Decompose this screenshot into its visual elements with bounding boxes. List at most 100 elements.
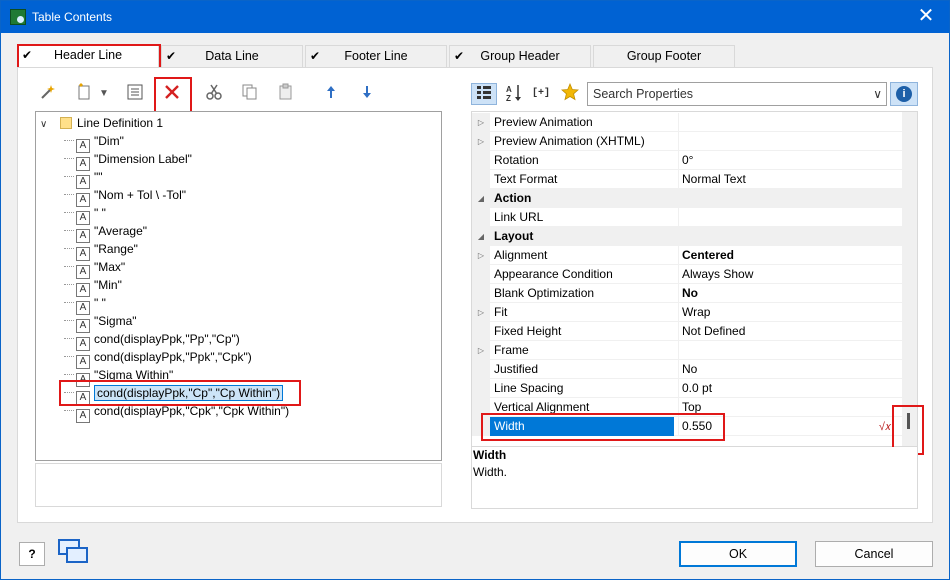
new-item-icon[interactable] (73, 83, 95, 105)
tree-item[interactable]: A "Sigma" (64, 312, 137, 333)
delete-icon[interactable] (161, 83, 183, 105)
sort-alphabetical-icon[interactable]: AZ (503, 83, 525, 105)
property-value[interactable] (678, 208, 902, 227)
move-down-icon[interactable] (356, 83, 378, 105)
property-grid[interactable]: ▷ Preview Animation ▷ Preview Animation (XH… (471, 111, 918, 447)
property-value[interactable]: Not Defined (678, 322, 902, 341)
property-row[interactable]: Width 0.550 (472, 417, 902, 436)
tree-connector (64, 176, 74, 177)
property-value[interactable]: 0.0 pt (678, 379, 902, 398)
property-row[interactable]: Justified No (472, 360, 902, 379)
tree-item[interactable]: A "Max" (64, 258, 125, 279)
paste-icon[interactable] (275, 83, 297, 105)
property-row[interactable]: ▷ Alignment Centered (472, 246, 902, 265)
tree-item[interactable]: Acond(displayPpk,"Cpk","Cpk Within") (64, 402, 289, 423)
tree-item[interactable]: A "Average" (64, 222, 147, 243)
left-description-box (35, 463, 442, 507)
property-value[interactable] (678, 113, 902, 132)
chevron-down-icon[interactable]: ∨ (873, 83, 882, 105)
tree-connector (64, 320, 74, 321)
expand-arrow-icon[interactable]: ▷ (472, 113, 490, 132)
tree-item[interactable]: A "Min" (64, 276, 122, 297)
row-gutter (472, 360, 490, 379)
description-title: Width (473, 448, 507, 462)
property-value[interactable]: 0.550 (678, 417, 902, 436)
wand-icon[interactable] (37, 83, 59, 105)
expand-arrow-icon[interactable]: ▷ (472, 341, 490, 360)
text-field-icon: A (76, 409, 90, 423)
formula-icon[interactable]: √𝑥 (876, 419, 894, 435)
property-row[interactable]: Appearance Condition Always Show (472, 265, 902, 284)
property-row[interactable]: Vertical Alignment Top (472, 398, 902, 417)
expand-arrow-icon[interactable]: ▷ (472, 132, 490, 151)
properties-icon[interactable] (124, 83, 146, 105)
property-value[interactable]: No (678, 284, 902, 303)
tree-connector (64, 248, 74, 249)
tree-item[interactable]: Acond(displayPpk,"Ppk","Cpk") (64, 348, 252, 369)
tree-item[interactable]: A "Sigma Within" (64, 366, 173, 387)
property-scrollbar[interactable] (902, 112, 917, 446)
tree-item[interactable]: A " " (64, 204, 106, 225)
property-row[interactable]: Fixed Height Not Defined (472, 322, 902, 341)
tree-item[interactable]: A " " (64, 294, 106, 315)
property-category[interactable]: ◢ Layout (472, 227, 902, 246)
scrollbar-thumb[interactable] (907, 413, 910, 429)
ok-button[interactable]: OK (679, 541, 797, 567)
property-value[interactable]: 0° (678, 151, 902, 170)
line-definition-tree[interactable]: ∨ Line Definition 1 A "Dim" A "Dimension Lab… (35, 111, 442, 461)
tab-data-line[interactable]: ✔ Data Line (161, 45, 303, 67)
property-name: Justified (494, 362, 539, 376)
collapse-arrow-icon[interactable]: ◢ (472, 227, 490, 246)
expand-arrow-icon[interactable]: ▷ (472, 303, 490, 322)
property-row[interactable]: ▷ Preview Animation (XHTML) (472, 132, 902, 151)
tab-footer-line[interactable]: ✔ Footer Line (305, 45, 447, 67)
search-properties-input[interactable]: Search Properties ∨ (587, 82, 887, 106)
property-value[interactable]: No (678, 360, 902, 379)
tree-item[interactable]: A "Nom + Tol \ -Tol" (64, 186, 186, 207)
app-icon (10, 9, 26, 25)
cut-icon[interactable] (203, 83, 225, 105)
info-button[interactable]: i (890, 82, 918, 106)
collapse-arrow-icon[interactable]: ◢ (472, 189, 490, 208)
tab-label: Data Line (205, 49, 259, 63)
property-row[interactable]: Rotation 0° (472, 151, 902, 170)
property-value[interactable]: Top (678, 398, 902, 417)
categorized-view-icon[interactable] (471, 83, 497, 105)
help-button[interactable]: ? (19, 542, 45, 566)
property-row[interactable]: Link URL (472, 208, 902, 227)
property-value[interactable]: Centered (678, 246, 902, 265)
expressions-icon[interactable]: [+] (529, 83, 557, 105)
property-row[interactable]: ▷ Preview Animation (472, 113, 902, 132)
dropdown-arrow-icon[interactable]: ▼ (93, 83, 115, 105)
tree-item[interactable]: A "Dim" (64, 132, 124, 153)
tab-header-line[interactable]: ✔ Header Line (17, 44, 159, 68)
tree-item[interactable]: Acond(displayPpk,"Cp","Cp Within") (64, 384, 284, 405)
property-row[interactable]: ▷ Frame (472, 341, 902, 360)
collapse-icon[interactable]: ∨ (40, 116, 52, 134)
property-value[interactable] (678, 341, 902, 360)
copy-icon[interactable] (239, 83, 261, 105)
favorite-star-icon[interactable] (559, 82, 581, 105)
tree-root-node[interactable]: ∨ Line Definition 1 (40, 114, 163, 132)
property-value[interactable]: Always Show (678, 265, 902, 284)
tab-group-footer[interactable]: Group Footer (593, 45, 735, 67)
move-up-icon[interactable] (320, 83, 342, 105)
property-value[interactable]: Normal Text (678, 170, 902, 189)
expand-arrow-icon[interactable]: ▷ (472, 246, 490, 265)
property-row[interactable]: Line Spacing 0.0 pt (472, 379, 902, 398)
tree-item[interactable]: A "Dimension Label" (64, 150, 192, 171)
property-row[interactable]: ▷ Fit Wrap (472, 303, 902, 322)
tab-group-header[interactable]: ✔ Group Header (449, 45, 591, 67)
tree-item[interactable]: A "" (64, 168, 103, 189)
tree-item[interactable]: Acond(displayPpk,"Pp","Cp") (64, 330, 240, 351)
property-row[interactable]: Blank Optimization No (472, 284, 902, 303)
tree-item-label: "Min" (94, 278, 122, 292)
property-category[interactable]: ◢ Action (472, 189, 902, 208)
property-value[interactable] (678, 132, 902, 151)
property-row[interactable]: Text Format Normal Text (472, 170, 902, 189)
tree-item[interactable]: A "Range" (64, 240, 138, 261)
close-button[interactable]: ✕ (903, 1, 949, 33)
property-value[interactable]: Wrap (678, 303, 902, 322)
window-layout-icon[interactable] (58, 539, 92, 567)
cancel-button[interactable]: Cancel (815, 541, 933, 567)
